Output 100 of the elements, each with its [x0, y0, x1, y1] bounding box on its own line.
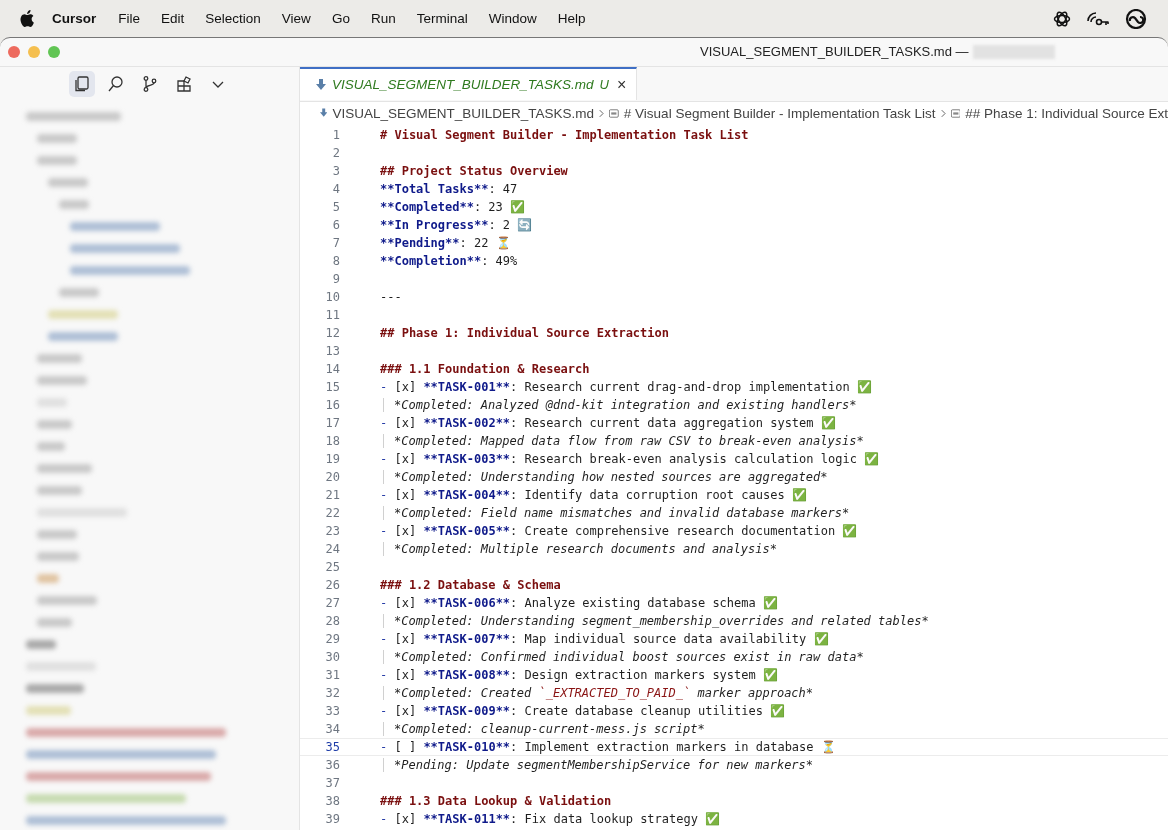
- line-number: 19: [324, 452, 341, 466]
- code-line: ## Project Status Overview: [380, 164, 568, 178]
- files-icon[interactable]: [68, 71, 95, 97]
- redacted-entry: [48, 177, 88, 187]
- code-line: - [x] **TASK-004**: Identify data corruption root causes ✅: [380, 488, 807, 502]
- breadcrumb[interactable]: ## Phase 1: Individual Source Ext: [965, 105, 1168, 121]
- line-number: 36: [324, 758, 341, 772]
- code-line: *Completed: Multiple research documents and analysis*: [383, 542, 777, 556]
- code-line: *Completed: Analyzed @dnd-kit integration and existing handlers*: [383, 398, 857, 412]
- chevron-icon: [599, 107, 605, 119]
- redacted-entry: [37, 133, 77, 143]
- redacted-entry: [37, 375, 87, 385]
- line-number: 14: [324, 362, 341, 376]
- line-number: 3: [331, 164, 341, 178]
- code-line: ### 1.1 Foundation & Research: [380, 362, 590, 376]
- line-number: 35: [324, 740, 341, 754]
- tab-label: VISUAL_SEGMENT_BUILDER_TASKS.md: [332, 77, 594, 92]
- code-line: *Completed: cleanup-current-mess.js script*: [383, 722, 705, 736]
- line-number: 26: [324, 578, 341, 592]
- code-line: - [ ] **TASK-010**: Implement extraction markers in database ⏳: [380, 740, 836, 754]
- line-number: 17: [324, 416, 341, 430]
- line-number: 7: [331, 236, 341, 250]
- menu-item[interactable]: Selection: [205, 11, 261, 26]
- redacted-entry: [48, 331, 118, 341]
- menu-item[interactable]: Window: [488, 11, 537, 26]
- code-line: *Completed: Understanding how nested sources are aggregated*: [383, 470, 828, 484]
- code-line: **Pending**: 22 ⏳: [380, 236, 511, 250]
- editor-tab[interactable]: VISUAL_SEGMENT_BUILDER_TASKS.md U ×: [300, 67, 638, 100]
- code-line: # Visual Segment Builder - Implementation Task List: [380, 128, 749, 142]
- code-line: ### 1.3 Data Lookup & Validation: [380, 794, 612, 808]
- line-number: 25: [324, 560, 341, 574]
- line-number: 13: [324, 344, 341, 358]
- line-number: 29: [324, 632, 341, 646]
- line-number: 6: [331, 218, 341, 232]
- redacted-entry: [37, 419, 72, 429]
- symbol-icon: [609, 107, 619, 119]
- menu-item[interactable]: Edit: [161, 11, 185, 26]
- code-line: *Pending: Update segmentMembershipService for new markers*: [383, 758, 814, 772]
- code-line: - [x] **TASK-007**: Map individual source data availability ✅: [380, 632, 829, 646]
- menu-item[interactable]: Terminal: [416, 11, 468, 26]
- line-number: 30: [324, 650, 341, 664]
- line-number: 34: [324, 722, 341, 736]
- line-number: 2: [331, 146, 341, 160]
- line-number: 5: [331, 200, 341, 214]
- apple-icon[interactable]: [20, 10, 34, 27]
- close-tab-button[interactable]: ×: [617, 75, 627, 94]
- menu-item[interactable]: File: [118, 11, 141, 26]
- code-line: - [x] **TASK-011**: Fix data lookup strategy ✅: [380, 812, 721, 826]
- line-number: 32: [324, 686, 341, 700]
- code-line: *Completed: Understanding segment_membership_overrides and related tables*: [383, 614, 929, 628]
- menu-item[interactable]: Go: [331, 11, 350, 26]
- code-line: - [x] **TASK-001**: Research current drag-and-drop implementation ✅: [380, 380, 872, 394]
- chevron-icon: [940, 107, 946, 119]
- code-line: *Completed: Confirmed individual boost sources exist in raw data*: [383, 650, 864, 664]
- redacted-entry: [37, 573, 59, 583]
- breadcrumb[interactable]: VISUAL_SEGMENT_BUILDER_TASKS.md: [332, 105, 594, 121]
- line-number: 21: [324, 488, 341, 502]
- redacted-entry: [26, 705, 71, 715]
- line-number: 27: [324, 596, 341, 610]
- code-line: - [x] **TASK-003**: Research break-even analysis calculation logic ✅: [380, 452, 880, 466]
- code-line: ## Phase 1: Individual Source Extraction: [380, 326, 669, 340]
- redacted-entry: [59, 199, 89, 209]
- breadcrumb[interactable]: # Visual Segment Builder - Implementation Task List: [623, 105, 936, 121]
- code-line: *Completed: Created `_EXTRACTED_TO_PAID_` marker approach*: [383, 686, 814, 700]
- redacted-entry: [59, 287, 99, 297]
- redacted-entry: [48, 309, 118, 319]
- code-line: **Completion**: 49%: [380, 254, 518, 268]
- line-number: 15: [324, 380, 341, 394]
- code-line: - [x] **TASK-009**: Create database cleanup utilities ✅: [380, 704, 786, 718]
- code-line: ### 1.2 Database & Schema: [380, 578, 561, 592]
- status-label: U: [599, 77, 609, 92]
- menu-item[interactable]: Help: [557, 11, 586, 26]
- download-icon: [320, 107, 328, 119]
- code-line: **Total Tasks**: 47: [380, 182, 518, 196]
- menu-item[interactable]: Run: [370, 11, 396, 26]
- code-line: **Completed**: 23 ✅: [380, 200, 525, 214]
- line-number: 39: [324, 812, 341, 826]
- line-number: 22: [324, 506, 341, 520]
- close-window-button[interactable]: [8, 46, 20, 58]
- line-number: 4: [331, 182, 341, 196]
- download-icon: [316, 78, 326, 91]
- redacted-entry: [37, 617, 72, 627]
- line-number: 37: [324, 776, 341, 790]
- line-number: 23: [324, 524, 341, 538]
- app-menu[interactable]: Cursor: [52, 11, 97, 26]
- line-number: 31: [324, 668, 341, 682]
- line-number: 18: [324, 434, 341, 448]
- redacted-entry: [37, 551, 79, 561]
- line-number: 11: [324, 308, 341, 322]
- code-line: - [x] **TASK-002**: Research current data aggregation system ✅: [380, 416, 836, 430]
- code-line: - [x] **TASK-008**: Design extraction markers system ✅: [380, 668, 778, 682]
- line-number: 9: [331, 272, 341, 286]
- menu-item[interactable]: View: [281, 11, 311, 26]
- line-number: 28: [324, 614, 341, 628]
- redacted-entry: [37, 463, 92, 473]
- cloud-icon[interactable]: [1124, 8, 1148, 29]
- redacted-entry: [37, 155, 77, 165]
- window-title: VISUAL_SEGMENT_BUILDER_TASKS.md —: [700, 44, 969, 59]
- redacted-entry: [37, 595, 97, 605]
- code-line: *Completed: Mapped data flow from raw CSV to break-even analysis*: [383, 434, 864, 448]
